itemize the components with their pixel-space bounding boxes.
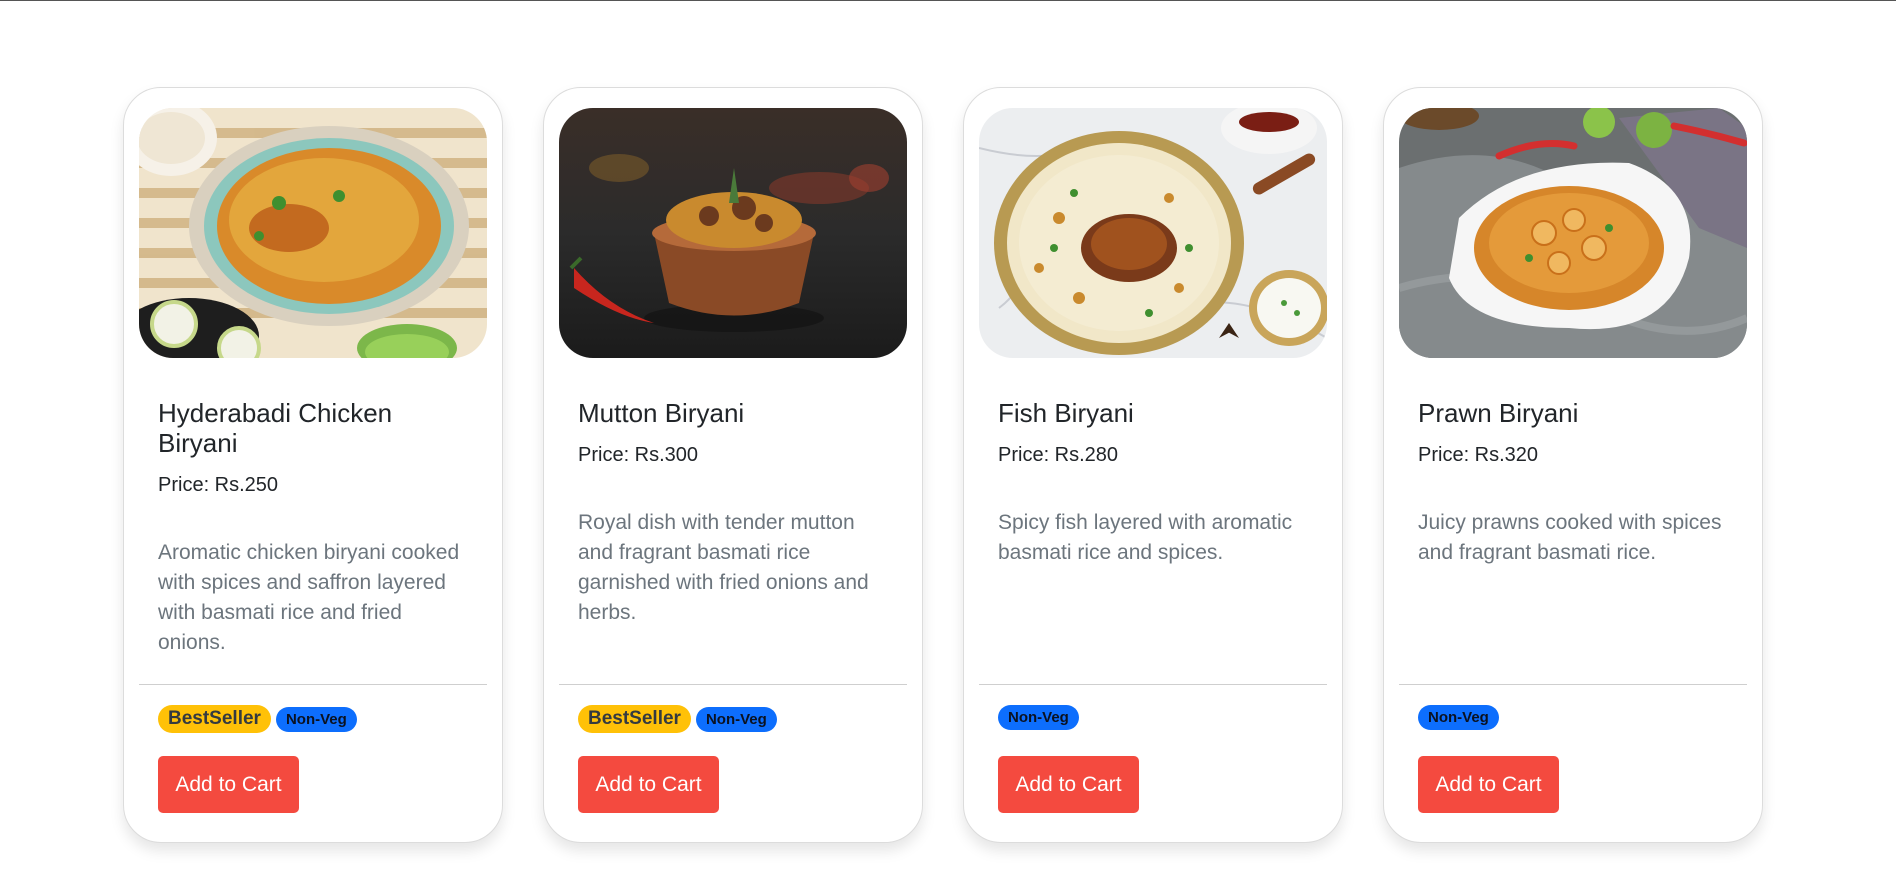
- add-to-cart-button[interactable]: Add to Cart: [158, 756, 299, 813]
- card-price: Price: Rs.280: [998, 444, 1119, 466]
- non-veg-badge: Non-Veg: [1418, 705, 1499, 730]
- card-price: Price: Rs.250: [158, 474, 279, 496]
- card-divider: [1399, 684, 1747, 685]
- add-to-cart-button[interactable]: Add to Cart: [578, 756, 719, 813]
- non-veg-badge: Non-Veg: [695, 706, 777, 732]
- card-description: Aromatic chicken biryani cooked with spi…: [158, 541, 460, 654]
- chicken-biryani-image: [139, 108, 487, 358]
- card-title: Mutton Biryani: [578, 398, 745, 428]
- card-badges: BestSeller Non-Veg: [158, 705, 357, 733]
- menu-card-grid: Hyderabadi Chicken Biryani Price: Rs.250…: [123, 87, 1763, 843]
- card-badges: Non-Veg: [1418, 705, 1499, 730]
- fish-biryani-image: [979, 108, 1327, 358]
- card-price: Price: Rs.300: [578, 444, 699, 466]
- card-description: Juicy prawns cooked with spices and frag…: [1418, 511, 1722, 564]
- prawn-biryani-image: [1399, 108, 1747, 358]
- add-to-cart-button[interactable]: Add to Cart: [998, 756, 1139, 813]
- mutton-biryani-image: [559, 108, 907, 358]
- non-veg-badge: Non-Veg: [275, 706, 357, 732]
- add-to-cart-button[interactable]: Add to Cart: [1418, 756, 1559, 813]
- non-veg-badge: Non-Veg: [998, 705, 1079, 730]
- bestseller-badge: BestSeller: [158, 705, 271, 733]
- card-description: Royal dish with tender mutton and fragra…: [578, 511, 869, 624]
- bestseller-badge: BestSeller: [578, 705, 691, 733]
- card-title: Prawn Biryani: [1418, 398, 1579, 428]
- menu-card-chicken-biryani: Hyderabadi Chicken Biryani Price: Rs.250…: [123, 87, 503, 843]
- menu-card-fish-biryani: Fish Biryani Price: Rs.280 Spicy fish la…: [963, 87, 1343, 843]
- card-divider: [559, 684, 907, 685]
- card-description: Spicy fish layered with aromatic basmati…: [998, 511, 1293, 564]
- card-divider: [139, 684, 487, 685]
- card-price: Price: Rs.320: [1418, 444, 1539, 466]
- card-divider: [979, 684, 1327, 685]
- card-title: Fish Biryani: [998, 398, 1134, 428]
- top-border-line: [0, 0, 1896, 1]
- card-badges: BestSeller Non-Veg: [578, 705, 777, 733]
- card-badges: Non-Veg: [998, 705, 1079, 730]
- card-title: Hyderabadi Chicken Biryani: [158, 398, 393, 458]
- menu-card-prawn-biryani: Prawn Biryani Price: Rs.320 Juicy prawns…: [1383, 87, 1763, 843]
- menu-card-mutton-biryani: Mutton Biryani Price: Rs.300 Royal dish …: [543, 87, 923, 843]
